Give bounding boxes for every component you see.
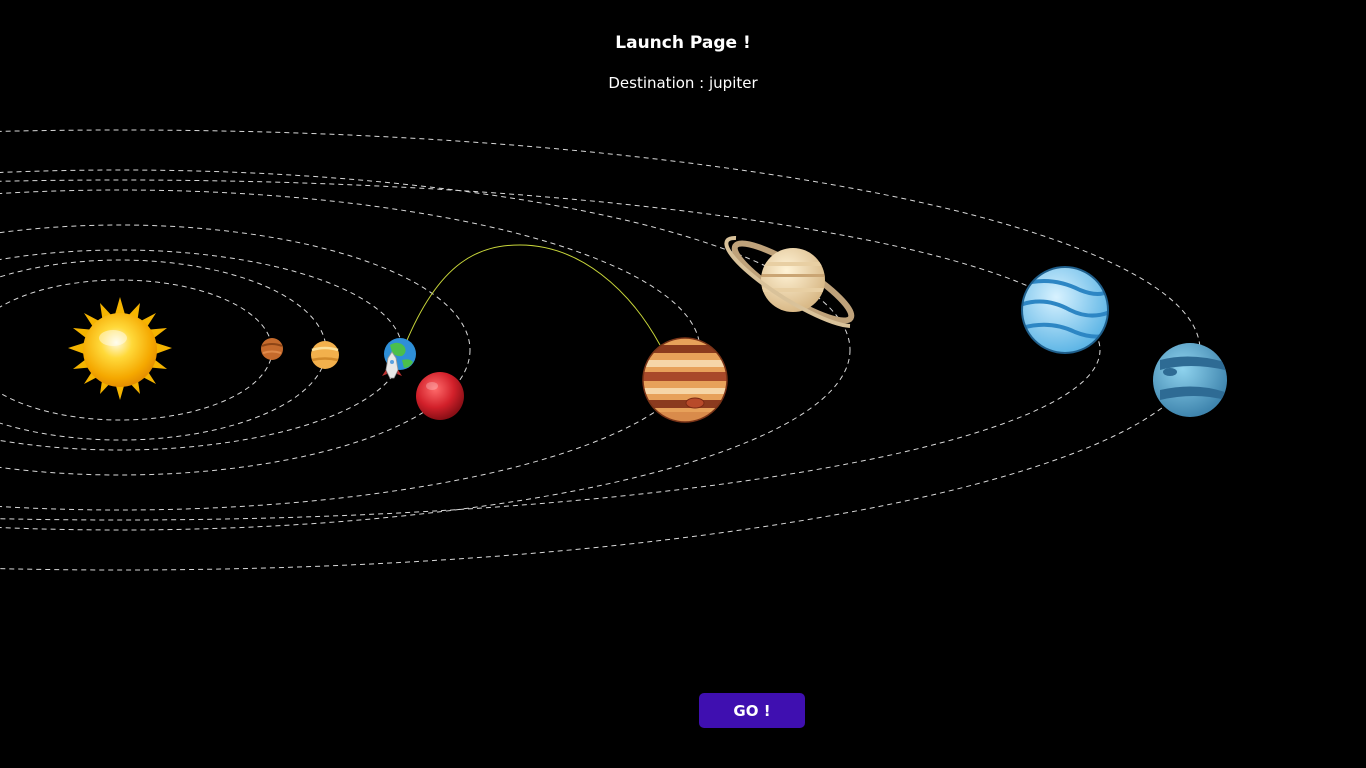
destination-label: Destination : jupiter xyxy=(608,74,758,92)
jupiter-icon xyxy=(642,337,728,423)
solar-system-scene xyxy=(0,129,1227,571)
rocket-trajectory xyxy=(404,244,661,346)
neptune-icon xyxy=(1153,343,1227,417)
go-button[interactable]: GO ! xyxy=(699,693,805,728)
saturn-icon xyxy=(724,235,855,328)
venus-icon xyxy=(311,341,339,369)
orbits xyxy=(0,129,1201,571)
page-title: Launch Page ! xyxy=(615,33,751,53)
orbit-neptune xyxy=(0,129,1201,571)
mercury-icon xyxy=(261,338,283,360)
uranus-icon xyxy=(1021,266,1109,354)
mars-icon xyxy=(416,372,464,420)
sun-icon xyxy=(68,297,172,400)
launch-page: Launch Page ! Destination : jupiter GO ! xyxy=(0,0,1366,768)
orbit-earth xyxy=(0,249,403,451)
